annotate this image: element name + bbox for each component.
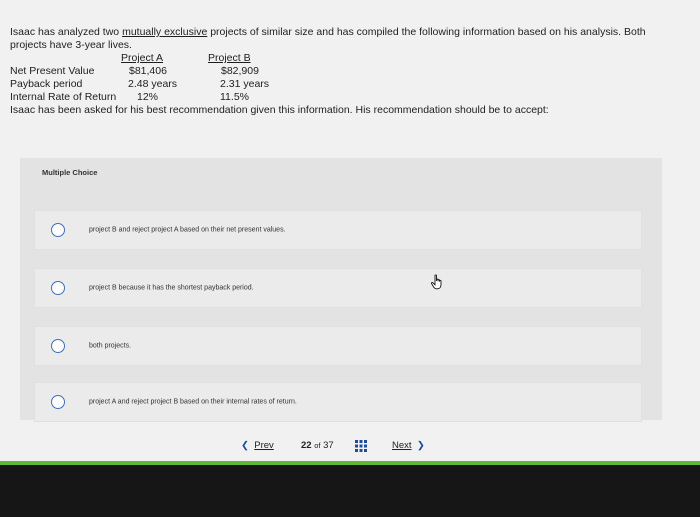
choice-option-2[interactable]: project B because it has the shortest pa… xyxy=(34,268,642,308)
question-block: Isaac has analyzed two mutually exclusiv… xyxy=(10,26,680,117)
npv-project-b: $82,909 xyxy=(221,65,259,77)
choice-option-4[interactable]: project A and reject project B based on … xyxy=(34,382,642,422)
payback-project-a: 2.48 years xyxy=(128,78,178,90)
row-label-payback: Payback period xyxy=(10,78,83,90)
prev-button[interactable]: ❮ Prev xyxy=(241,440,274,451)
question-prompt: Isaac has been asked for his best recomm… xyxy=(10,104,549,116)
prev-label: Prev xyxy=(254,440,274,451)
project-data-table: Project A Project B Net Present Value $8… xyxy=(10,52,680,104)
total-pages: 37 xyxy=(323,440,334,451)
chevron-left-icon: ❮ xyxy=(241,440,249,451)
chevron-right-icon: ❯ xyxy=(416,440,425,451)
multiple-choice-panel: Multiple Choice project B and reject pro… xyxy=(20,158,662,422)
row-label-irr: Internal Rate of Return xyxy=(10,91,117,103)
next-button[interactable]: Next ❯ xyxy=(392,440,425,451)
npv-project-a: $81,406 xyxy=(129,65,167,77)
radio-button[interactable] xyxy=(51,339,65,353)
current-page: 22 xyxy=(301,440,312,451)
grid-icon[interactable] xyxy=(355,440,367,455)
choice-text: project B and reject project A based on … xyxy=(89,226,286,234)
radio-button[interactable] xyxy=(51,395,65,409)
header-project-b: Project B xyxy=(208,52,251,64)
radio-button[interactable] xyxy=(51,223,65,237)
multiple-choice-label: Multiple Choice xyxy=(42,168,98,177)
page-indicator[interactable]: 22 of 37 xyxy=(301,440,334,451)
glossary-link-mutually-exclusive[interactable]: mutually exclusive xyxy=(122,26,207,38)
payback-project-b: 2.31 years xyxy=(220,78,270,90)
background-dark-area xyxy=(0,465,700,517)
choice-option-1[interactable]: project B and reject project A based on … xyxy=(34,210,642,250)
of-label: of xyxy=(314,441,321,450)
hand-pointer-icon xyxy=(430,274,444,295)
choice-text: project B because it has the shortest pa… xyxy=(89,284,254,292)
row-label-npv: Net Present Value xyxy=(10,65,95,77)
choice-option-3[interactable]: both projects. xyxy=(34,326,642,366)
radio-button[interactable] xyxy=(51,281,65,295)
next-label: Next xyxy=(392,440,412,451)
pagination-bar: ❮ Prev 22 of 37 Next ❯ xyxy=(0,436,700,458)
irr-project-b: 11.5% xyxy=(220,91,249,103)
question-intro: Isaac has analyzed two mutually exclusiv… xyxy=(10,26,680,52)
irr-project-a: 12% xyxy=(137,91,159,103)
choice-text: project A and reject project B based on … xyxy=(89,398,297,406)
header-project-a: Project A xyxy=(121,52,164,64)
intro-text-start: Isaac has analyzed two xyxy=(10,26,123,38)
choice-text: both projects. xyxy=(89,342,132,350)
